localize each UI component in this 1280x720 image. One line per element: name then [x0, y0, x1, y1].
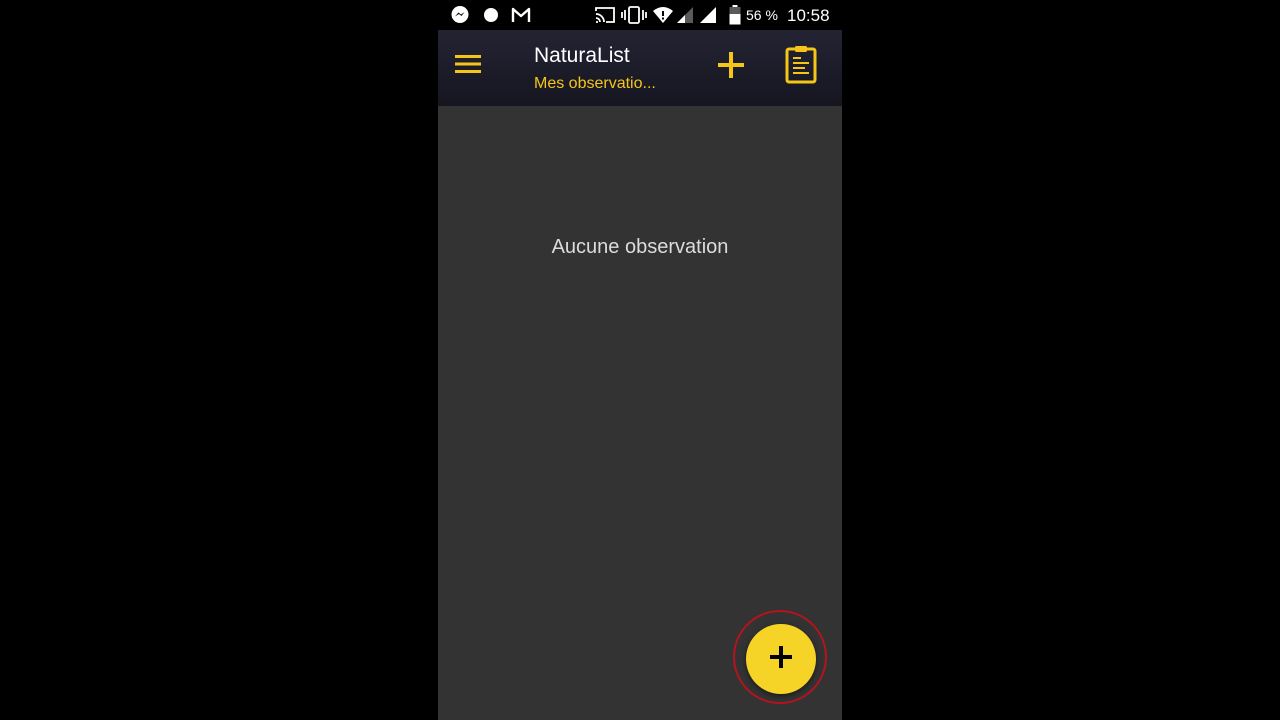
vibrate-icon — [621, 5, 647, 25]
add-observation-fab[interactable] — [746, 624, 816, 694]
gmail-icon — [510, 5, 532, 25]
plus-icon — [717, 51, 745, 83]
menu-button[interactable] — [452, 51, 484, 81]
status-clock: 10:58 — [787, 6, 830, 25]
clipboard-icon — [785, 44, 817, 88]
plus-icon — [770, 646, 792, 672]
wifi-icon — [652, 5, 674, 25]
add-observation-button[interactable] — [712, 48, 750, 86]
signal-icon — [698, 5, 718, 25]
messenger-icon — [450, 5, 470, 25]
battery-percent: 56 % — [746, 7, 778, 23]
app-subtitle[interactable]: Mes observatio... — [534, 75, 656, 93]
empty-state-message: Aucune observation — [551, 236, 729, 258]
notification-dot-icon — [482, 5, 500, 25]
menu-icon — [455, 54, 481, 78]
status-bar: 56 % 10:58 — [438, 0, 842, 30]
cast-icon — [594, 5, 616, 25]
phone-screen: 56 % 10:58 NaturaList Mes observatio... — [438, 0, 842, 720]
signal-icon — [675, 5, 695, 25]
app-title: NaturaList — [534, 44, 630, 67]
app-bar: NaturaList Mes observatio... — [438, 30, 842, 106]
checklist-button[interactable] — [781, 44, 821, 88]
battery-icon — [728, 5, 742, 25]
